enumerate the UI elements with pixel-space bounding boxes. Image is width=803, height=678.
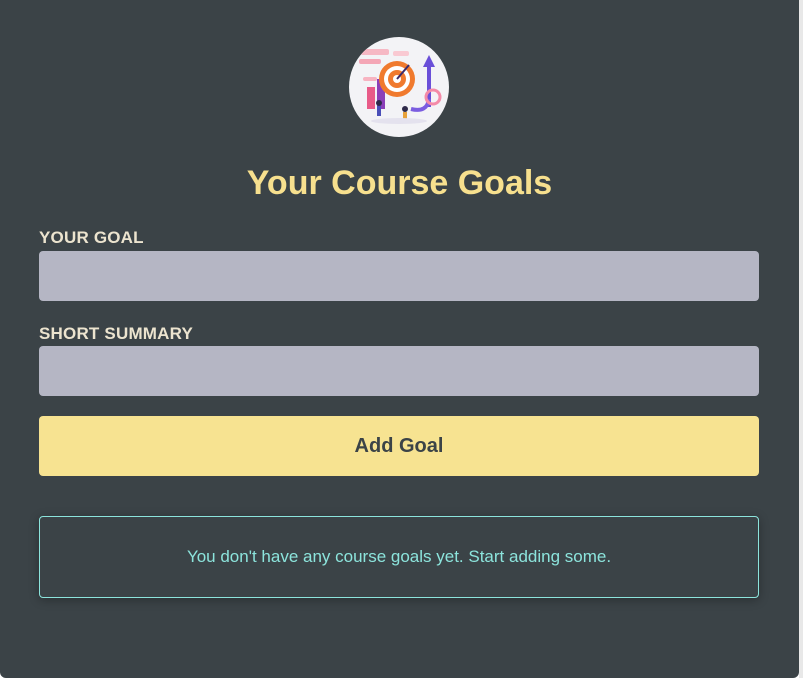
goal-input[interactable]: [39, 251, 759, 301]
empty-goals-message: You don't have any course goals yet. Sta…: [186, 547, 612, 566]
add-goal-button[interactable]: Add Goal: [39, 416, 759, 476]
page-title: Your Course Goals: [246, 164, 553, 202]
summary-input[interactable]: [39, 346, 759, 396]
empty-goals-notice: You don't have any course goals yet. Sta…: [39, 516, 759, 598]
summary-label: SHORT SUMMARY: [39, 324, 194, 343]
app-card: Your Course Goals YOUR GOAL SHORT SUMMAR…: [0, 0, 799, 678]
goal-target-icon: [349, 37, 449, 137]
goal-label: YOUR GOAL: [39, 228, 144, 247]
page-scrollbar[interactable]: [799, 0, 803, 678]
